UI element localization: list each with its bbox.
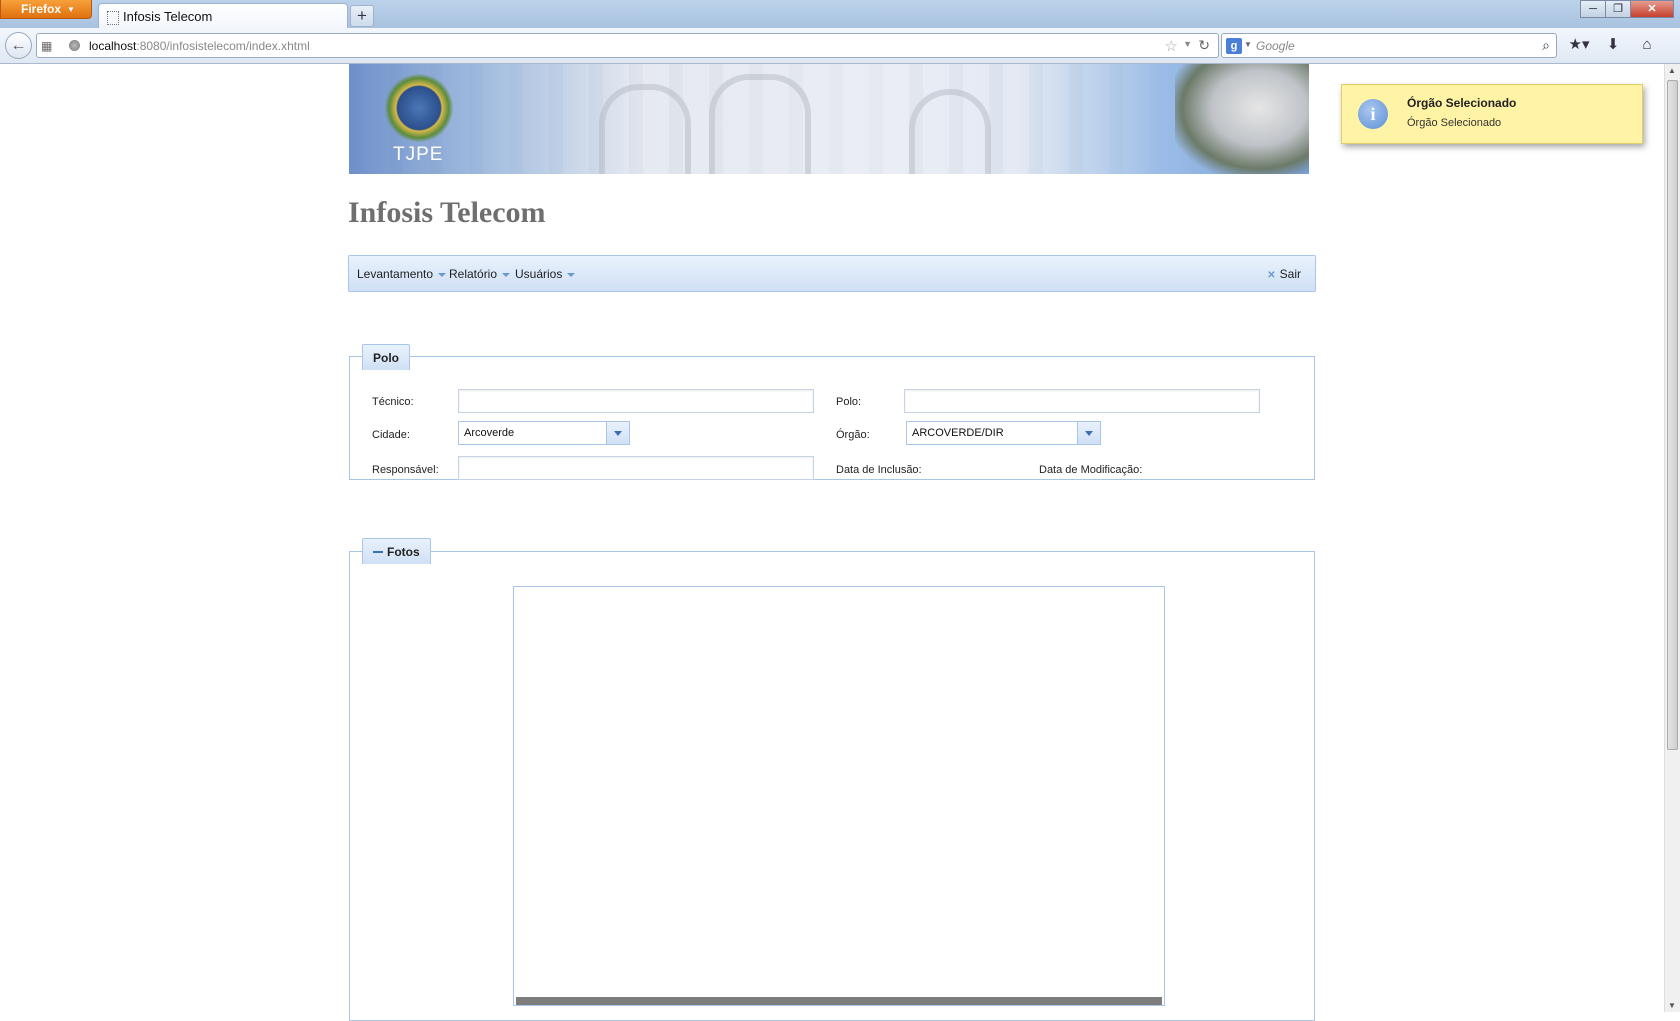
chevron-down-icon[interactable]: ▼ (1244, 40, 1252, 49)
banner-arch (909, 89, 991, 174)
orgao-label: Órgão: (836, 429, 870, 441)
back-button[interactable]: ← (5, 32, 32, 59)
tecnico-input[interactable] (458, 389, 814, 413)
photo-viewer[interactable] (513, 586, 1165, 1006)
logout-button[interactable]: ✕ Sair (1267, 267, 1301, 281)
home-icon[interactable]: ⌂ (1634, 34, 1660, 56)
browser-tab[interactable]: Infosis Telecom (98, 3, 348, 29)
header-banner: TJPE (349, 64, 1309, 174)
chevron-down-icon (502, 272, 511, 277)
firefox-menu-button[interactable]: Firefox ▼ (0, 0, 92, 19)
polo-input[interactable] (904, 389, 1260, 413)
polo-legend: Polo (362, 344, 410, 370)
navigation-toolbar: ← ▦ localhost:8080/infosistelecom/index.… (0, 28, 1680, 64)
tab-title: Infosis Telecom (123, 9, 213, 24)
firefox-menu-label: Firefox (21, 2, 62, 16)
responsavel-label: Responsável: (372, 464, 439, 476)
chevron-down-icon (438, 272, 447, 277)
polo-panel: Técnico: Polo: Cidade: Arcoverde Órgão: … (349, 356, 1315, 480)
new-tab-button[interactable]: + (350, 5, 374, 27)
tecnico-label: Técnico: (372, 396, 414, 408)
menu-usuarios-label: Usuários (515, 267, 563, 281)
search-input[interactable]: Google (1256, 39, 1295, 53)
logout-label: Sair (1279, 267, 1301, 281)
maximize-button[interactable]: ❐ (1605, 0, 1631, 18)
scroll-down-icon[interactable]: ▼ (1668, 1001, 1676, 1010)
close-icon: ✕ (1267, 270, 1276, 281)
banner-arch (599, 84, 691, 174)
search-engine-icon[interactable]: g (1226, 38, 1242, 54)
notification-title: Órgão Selecionado (1407, 96, 1517, 110)
downloads-icon[interactable]: ⬇ (1600, 34, 1626, 56)
window-controls: ─ ❐ ✕ (1580, 0, 1674, 18)
main-menubar: Levantamento Relatório Usuários ✕ Sair (348, 255, 1316, 292)
fotos-panel (349, 551, 1315, 1021)
cidade-select[interactable]: Arcoverde (458, 421, 630, 445)
chevron-down-icon: ▼ (67, 5, 75, 14)
reload-icon[interactable]: ↻ (1198, 37, 1210, 54)
close-window-button[interactable]: ✕ (1630, 0, 1674, 18)
cidade-dropdown-button[interactable] (606, 422, 629, 444)
menu-relatorio[interactable]: Relatório (449, 267, 511, 281)
url-text[interactable]: localhost:8080/infosistelecom/index.xhtm… (89, 39, 310, 53)
notification-message: Órgão Selecionado (1407, 117, 1502, 129)
page-title: Infosis Telecom (348, 196, 546, 229)
scrollbar-thumb[interactable] (1667, 80, 1678, 750)
tab-groups-icon[interactable]: ▦ (41, 39, 52, 53)
toolbar-buttons: ★▾ ⬇ ⌂ (1566, 34, 1660, 56)
statue-image (1175, 64, 1309, 174)
url-host: localhost (89, 39, 137, 53)
orgao-select[interactable]: ARCOVERDE/DIR (906, 421, 1101, 445)
page-icon (107, 11, 119, 25)
site-identity-icon[interactable] (69, 40, 80, 51)
cidade-label: Cidade: (372, 429, 410, 441)
vertical-scrollbar[interactable]: ▲ ▼ (1664, 64, 1680, 1012)
data-inclusao-label: Data de Inclusão: (836, 464, 922, 476)
bookmarks-menu-icon[interactable]: ★▾ (1566, 34, 1592, 56)
banner-arch (709, 74, 811, 174)
scroll-up-icon[interactable]: ▲ (1668, 66, 1676, 75)
window-titlebar: Firefox ▼ Infosis Telecom + ─ ❐ ✕ (0, 0, 1680, 29)
page-viewport: TJPE Infosis Telecom Levantamento Relató… (0, 64, 1664, 1021)
orgao-dropdown-button[interactable] (1077, 422, 1100, 444)
back-arrow-icon: ← (10, 37, 27, 54)
address-bar[interactable]: ▦ localhost:8080/infosistelecom/index.xh… (36, 33, 1219, 58)
chevron-down-icon (614, 431, 622, 436)
search-bar[interactable]: g ▼ Google ⌕ (1221, 33, 1557, 58)
data-modificacao-label: Data de Modificação: (1039, 464, 1143, 476)
chevron-down-icon (1085, 431, 1093, 436)
coat-of-arms-logo (385, 74, 453, 142)
cidade-selected-value: Arcoverde (464, 427, 515, 439)
growl-notification[interactable]: i Órgão Selecionado Órgão Selecionado (1341, 84, 1643, 144)
minus-icon (373, 550, 383, 553)
photo-caption-bar (516, 997, 1162, 1005)
fotos-toggle[interactable]: Fotos (362, 538, 431, 564)
info-icon: i (1358, 99, 1388, 129)
menu-usuarios[interactable]: Usuários (515, 267, 576, 281)
magnifier-icon[interactable]: ⌕ (1542, 37, 1550, 54)
menu-levantamento[interactable]: Levantamento (357, 267, 447, 281)
menu-relatorio-label: Relatório (449, 267, 498, 281)
bookmark-star-icon[interactable]: ☆ (1165, 37, 1178, 55)
chevron-down-icon (567, 272, 576, 277)
fotos-legend-label: Fotos (387, 545, 420, 559)
banner-label: TJPE (393, 144, 444, 165)
responsavel-input[interactable] (458, 456, 814, 480)
polo-label: Polo: (836, 396, 862, 408)
url-path: :8080/infosistelecom/index.xhtml (136, 39, 310, 53)
minimize-button[interactable]: ─ (1580, 0, 1606, 18)
menu-levantamento-label: Levantamento (357, 267, 434, 281)
history-dropdown-icon[interactable]: ▼ (1183, 39, 1192, 49)
orgao-selected-value: ARCOVERDE/DIR (912, 427, 1004, 439)
